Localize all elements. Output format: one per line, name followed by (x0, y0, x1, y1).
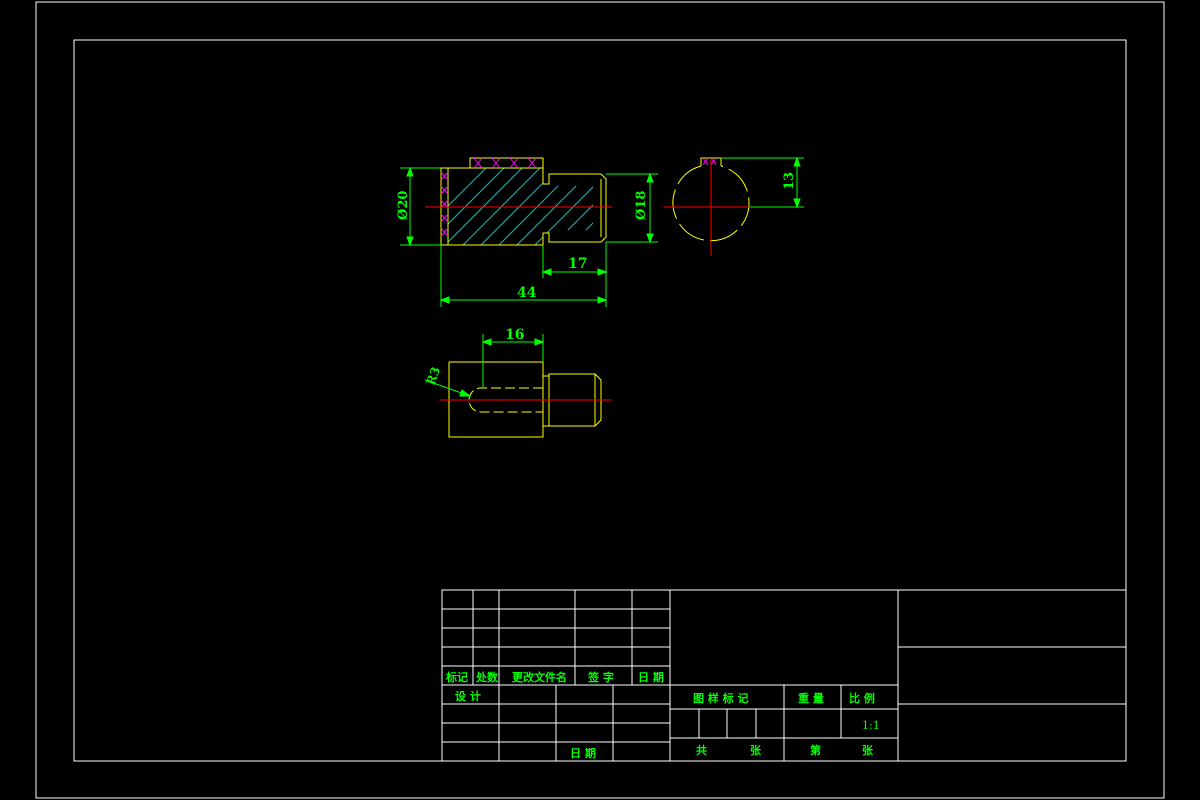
dim-label-diameter-20: Ø20 (396, 191, 411, 220)
top-view: 16 R3 (424, 327, 612, 438)
label-date: 日 期 (570, 746, 596, 760)
dim-label-diameter-18: Ø18 (634, 191, 649, 220)
label-weight: 重 量 (798, 691, 824, 705)
label-rev-sign: 签 字 (587, 670, 614, 684)
front-section-view: Ø20 Ø18 17 44 (396, 157, 658, 307)
label-scale: 比 例 (849, 691, 875, 705)
knurl-pattern (440, 157, 537, 237)
label-total: 共 (696, 743, 707, 757)
dim-label-length-44: 44 (517, 285, 537, 301)
label-drawing-mark: 图 样 标 记 (693, 691, 749, 705)
label-rev-count: 处数 (475, 670, 499, 684)
label-sheets-2: 张 (862, 743, 874, 757)
label-rev-mark: 标记 (445, 670, 468, 684)
side-view: 13 (664, 156, 804, 256)
label-design: 设 计 (455, 689, 481, 703)
dim-label-slot-16: 16 (505, 327, 524, 343)
label-sheets-1: 张 (750, 743, 762, 757)
dim-label-key-13: 13 (782, 172, 797, 190)
label-sheet-no: 第 (810, 743, 821, 757)
label-rev-doc: 更改文件名 (512, 670, 567, 684)
dim-diameter-18 (606, 172, 658, 244)
label-rev-date: 日 期 (638, 670, 664, 684)
value-scale: 1:1 (862, 719, 880, 732)
dim-label-radius-r3: R3 (424, 365, 443, 387)
drawing-sheet: Ø20 Ø18 17 44 13 16 R3 标记 处数 更改文件名 签 字 日… (35, 1, 1165, 799)
dim-label-length-17: 17 (568, 256, 587, 272)
title-block-labels: 标记 处数 更改文件名 签 字 日 期 设 计 日 期 图 样 标 记 重 量 … (445, 670, 880, 760)
bore (550, 181, 601, 236)
